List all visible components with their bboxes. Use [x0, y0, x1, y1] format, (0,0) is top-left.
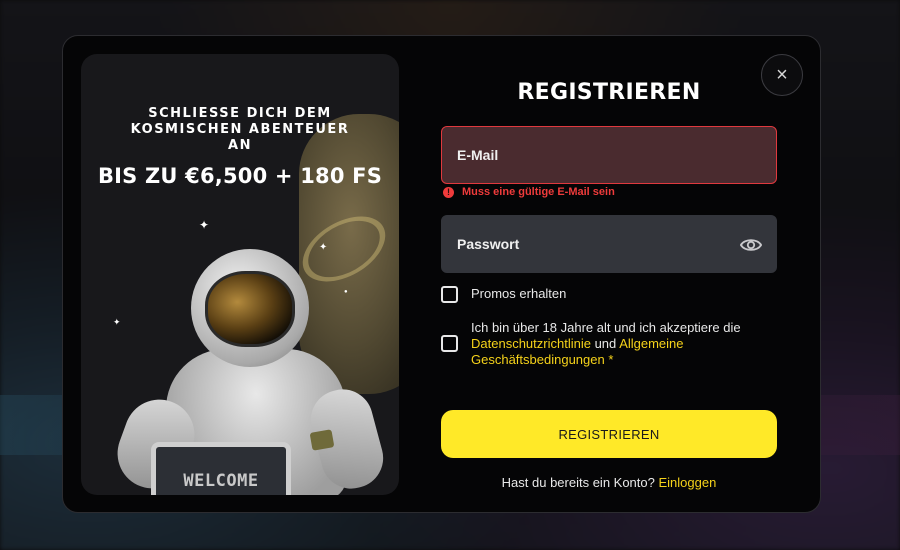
promos-checkbox-row[interactable]: Promos erhalten [441, 286, 566, 303]
promo-subtitle: SCHLIESSE DICH DEM KOSMISCHEN ABENTEUER … [130, 106, 350, 153]
password-field[interactable] [441, 215, 777, 273]
welcome-sign: WELCOME [151, 442, 291, 495]
terms-prefix: Ich bin über 18 Jahre alt und ich akzept… [471, 320, 741, 335]
login-prompt: Hast du bereits ein Konto? Einloggen [441, 475, 777, 490]
login-prompt-text: Hast du bereits ein Konto? [501, 475, 655, 490]
suit-patch [309, 429, 335, 451]
registration-modal: SCHLIESSE DICH DEM KOSMISCHEN ABENTEUER … [62, 35, 821, 513]
register-button[interactable]: REGISTRIEREN [441, 410, 777, 458]
close-button[interactable]: × [761, 54, 803, 96]
login-link[interactable]: Einloggen [659, 475, 717, 490]
form-title: REGISTRIEREN [517, 80, 701, 105]
email-field[interactable] [441, 126, 777, 184]
terms-label: Ich bin über 18 Jahre alt und ich akzept… [471, 320, 776, 368]
registration-form: REGISTRIEREN ! Muss eine gültige E-Mail … [441, 36, 777, 514]
eye-icon[interactable] [740, 235, 762, 255]
privacy-policy-link[interactable]: Datenschutzrichtlinie [471, 336, 591, 351]
required-mark: * [608, 352, 614, 367]
promos-label: Promos erhalten [471, 286, 567, 301]
email-input[interactable] [457, 147, 717, 163]
promos-checkbox[interactable] [441, 286, 458, 303]
astronaut-illustration: WELCOME [107, 249, 390, 495]
email-error-message: ! Muss eine gültige E-Mail sein [443, 186, 615, 198]
email-error-text: Muss eine gültige E-Mail sein [462, 186, 615, 198]
promo-header: SCHLIESSE DICH DEM KOSMISCHEN ABENTEUER … [81, 106, 399, 188]
error-icon: ! [443, 186, 454, 198]
star-icon: ✦ [113, 317, 121, 327]
close-icon: × [776, 63, 788, 86]
promo-panel: SCHLIESSE DICH DEM KOSMISCHEN ABENTEUER … [81, 54, 399, 495]
terms-and: und [594, 336, 617, 351]
promo-headline: BIS ZU €6,500 + 180 FS [97, 164, 383, 188]
password-input[interactable] [457, 236, 717, 252]
astronaut-visor [205, 271, 295, 347]
terms-checkbox-row[interactable]: Ich bin über 18 Jahre alt und ich akzept… [441, 320, 776, 368]
terms-checkbox[interactable] [441, 335, 458, 352]
welcome-sign-text: WELCOME [183, 471, 259, 491]
star-icon: ✦ [199, 218, 210, 232]
